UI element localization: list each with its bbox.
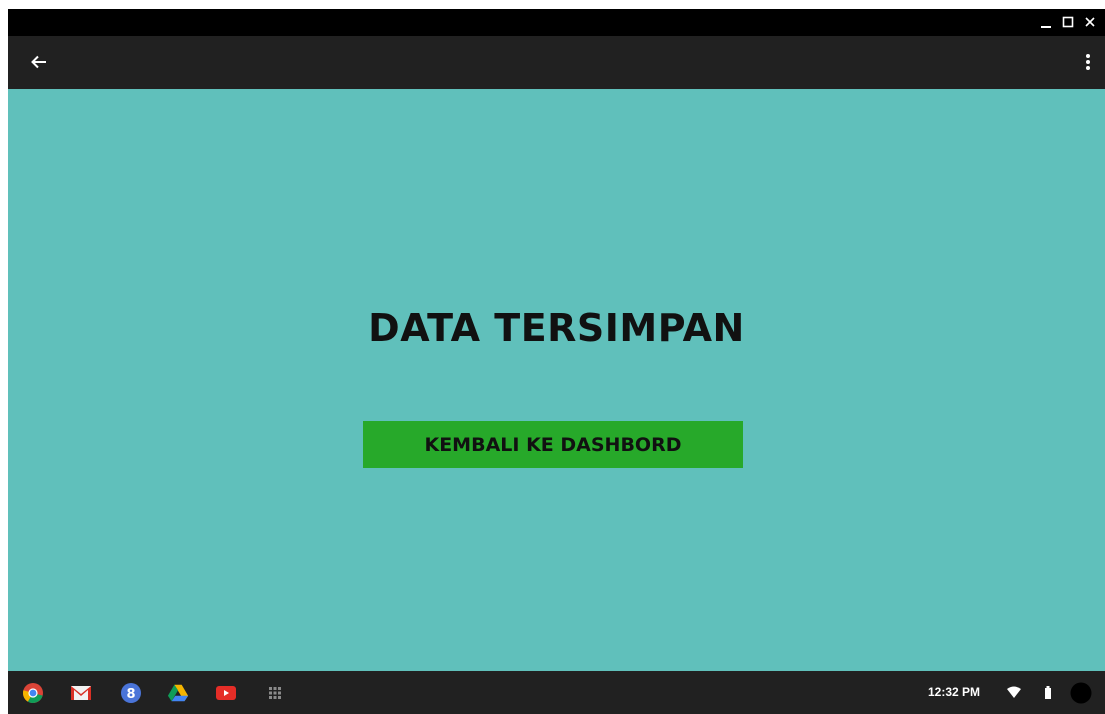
google-plus-icon[interactable]: 8: [120, 682, 142, 704]
app-bar: [8, 36, 1105, 89]
main-content: DATA TERSIMPAN KEMBALI KE DASHBORD: [8, 89, 1105, 671]
clock[interactable]: 12:32 PM: [928, 685, 980, 699]
window-controls: [1037, 12, 1099, 32]
drive-icon[interactable]: [167, 682, 189, 704]
youtube-icon[interactable]: [215, 682, 237, 704]
window-titlebar: [8, 9, 1105, 36]
more-vertical-icon[interactable]: [1081, 50, 1095, 74]
close-icon[interactable]: [1081, 12, 1099, 32]
minimize-icon[interactable]: [1037, 12, 1055, 32]
app-window: DATA TERSIMPAN KEMBALI KE DASHBORD 8 12:…: [8, 9, 1105, 714]
page-title: DATA TERSIMPAN: [368, 306, 745, 350]
back-to-dashboard-button[interactable]: KEMBALI KE DASHBORD: [363, 421, 743, 468]
svg-text:8: 8: [126, 687, 135, 702]
gmail-icon[interactable]: [70, 682, 92, 704]
taskbar: 8 12:32 PM: [8, 671, 1105, 714]
user-avatar[interactable]: [1070, 682, 1092, 704]
wifi-icon[interactable]: [1003, 682, 1025, 704]
arrow-left-icon[interactable]: [28, 51, 50, 73]
maximize-icon[interactable]: [1059, 12, 1077, 32]
chrome-icon[interactable]: [22, 682, 44, 704]
app-launcher-icon[interactable]: [264, 682, 286, 704]
battery-icon[interactable]: [1037, 682, 1059, 704]
